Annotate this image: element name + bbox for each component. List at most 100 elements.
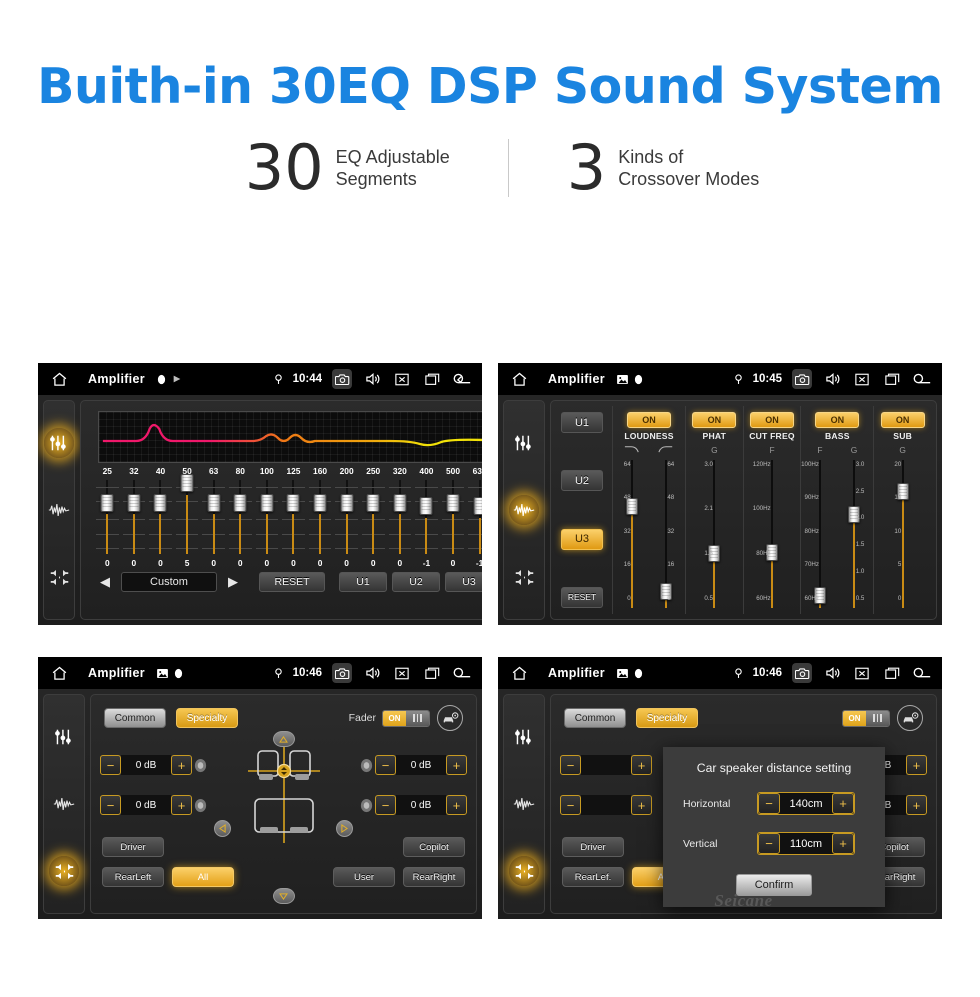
- eq-slider-track[interactable]: [280, 478, 307, 556]
- eq-slider-track[interactable]: [254, 478, 281, 556]
- eq-slider-knob[interactable]: [180, 474, 194, 493]
- eq-band-slider[interactable]: 0: [307, 478, 334, 570]
- eq-band-slider[interactable]: 0: [333, 478, 360, 570]
- waveform-icon[interactable]: [49, 789, 79, 819]
- crossover-slider[interactable]: 3.0 2.5 2.0 1.5 1.0 0.5: [837, 456, 871, 612]
- section-power-toggle[interactable]: ON: [880, 412, 925, 428]
- eq-slider-knob[interactable]: [100, 493, 114, 512]
- camera-icon[interactable]: [332, 663, 352, 683]
- recents-icon[interactable]: [882, 663, 902, 683]
- recents-icon[interactable]: [422, 663, 442, 683]
- decrement-button[interactable]: −: [375, 755, 396, 775]
- car-settings-icon[interactable]: [437, 705, 463, 731]
- balance-icon[interactable]: [509, 856, 539, 887]
- position-copilot-button[interactable]: Copilot: [403, 837, 465, 857]
- decrement-button[interactable]: −: [758, 793, 780, 814]
- preset-next-button[interactable]: ▶: [222, 574, 244, 590]
- volume-icon[interactable]: [822, 663, 842, 683]
- home-icon[interactable]: [48, 662, 70, 684]
- balance-icon[interactable]: [509, 562, 539, 592]
- dpad-right-button[interactable]: [336, 820, 353, 837]
- eq-band-slider[interactable]: 0: [147, 478, 174, 570]
- dpad-up-button[interactable]: [272, 731, 295, 747]
- tab-common[interactable]: Common: [104, 708, 166, 728]
- eq-slider-track[interactable]: [387, 478, 414, 556]
- close-x-icon[interactable]: [392, 663, 412, 683]
- increment-button[interactable]: +: [906, 795, 927, 815]
- position-driver-button[interactable]: Driver: [102, 837, 164, 857]
- volume-icon[interactable]: [362, 369, 382, 389]
- section-power-toggle[interactable]: ON: [627, 412, 671, 428]
- increment-button[interactable]: +: [631, 795, 652, 815]
- crossover-u1-button[interactable]: U1: [561, 412, 603, 433]
- balance-icon[interactable]: [49, 856, 79, 887]
- tab-common[interactable]: Common: [564, 708, 626, 728]
- preset-u2-button[interactable]: U2: [392, 572, 440, 592]
- reset-button[interactable]: RESET: [259, 572, 325, 592]
- dpad-down-button[interactable]: [272, 888, 295, 904]
- position-rearleft-button[interactable]: RearLeft: [102, 867, 164, 887]
- back-arrow-icon[interactable]: [452, 663, 472, 683]
- decrement-button[interactable]: −: [758, 833, 780, 854]
- eq-band-slider[interactable]: -1: [466, 478, 482, 570]
- eq-slider-track[interactable]: [413, 478, 440, 556]
- decrement-button[interactable]: −: [375, 795, 396, 815]
- eq-slider-knob[interactable]: [286, 493, 300, 512]
- crossover-slider[interactable]: 64 48 32 16 0: [615, 456, 649, 612]
- position-driver-button[interactable]: Driver: [562, 837, 624, 857]
- home-icon[interactable]: [508, 368, 530, 390]
- eq-slider-knob[interactable]: [446, 493, 460, 512]
- eq-band-slider[interactable]: 0: [254, 478, 281, 570]
- increment-button[interactable]: +: [171, 755, 192, 775]
- eq-slider-track[interactable]: [227, 478, 254, 556]
- crossover-slider[interactable]: 20 15 10 5 0: [886, 456, 920, 612]
- waveform-icon[interactable]: [44, 495, 74, 525]
- increment-button[interactable]: +: [631, 755, 652, 775]
- section-power-toggle[interactable]: ON: [750, 412, 794, 428]
- equalizer-icon[interactable]: [509, 722, 539, 752]
- preset-name-display[interactable]: Custom: [121, 572, 217, 592]
- eq-slider-knob[interactable]: [313, 493, 327, 512]
- crossover-reset-button[interactable]: RESET: [561, 586, 603, 608]
- eq-slider-track[interactable]: [174, 474, 201, 556]
- preset-u3-button[interactable]: U3: [445, 572, 482, 592]
- fader-toggle[interactable]: ON: [382, 709, 430, 727]
- eq-slider-track[interactable]: [307, 478, 334, 556]
- eq-band-slider[interactable]: 5: [174, 474, 201, 570]
- eq-band-slider[interactable]: 0: [280, 478, 307, 570]
- position-user-button[interactable]: User: [333, 867, 395, 887]
- eq-slider-track[interactable]: [200, 478, 227, 556]
- close-x-icon[interactable]: [392, 369, 412, 389]
- eq-band-slider[interactable]: 0: [121, 478, 148, 570]
- eq-slider-track[interactable]: [94, 478, 121, 556]
- equalizer-icon[interactable]: [49, 722, 79, 752]
- eq-band-slider[interactable]: -1: [413, 478, 440, 570]
- section-power-toggle[interactable]: ON: [815, 412, 860, 428]
- eq-slider-knob[interactable]: [153, 493, 167, 512]
- car-settings-icon[interactable]: [897, 705, 923, 731]
- section-power-toggle[interactable]: ON: [692, 412, 737, 428]
- eq-slider-knob[interactable]: [260, 493, 274, 512]
- crossover-u3-button[interactable]: U3: [561, 528, 603, 550]
- eq-band-slider[interactable]: 0: [94, 478, 121, 570]
- preset-prev-button[interactable]: ◀: [94, 574, 116, 590]
- camera-icon[interactable]: [332, 369, 352, 389]
- recents-icon[interactable]: [422, 369, 442, 389]
- eq-slider-track[interactable]: [360, 478, 387, 556]
- home-icon[interactable]: [48, 368, 70, 390]
- waveform-icon[interactable]: [509, 789, 539, 819]
- eq-slider-track[interactable]: [147, 478, 174, 556]
- eq-band-slider[interactable]: 0: [387, 478, 414, 570]
- crossover-u2-button[interactable]: U2: [561, 470, 603, 492]
- equalizer-icon[interactable]: [509, 428, 539, 458]
- eq-slider-track[interactable]: [121, 478, 148, 556]
- seat-map[interactable]: [238, 737, 330, 849]
- balance-icon[interactable]: [44, 562, 74, 592]
- home-icon[interactable]: [508, 662, 530, 684]
- increment-button[interactable]: +: [906, 755, 927, 775]
- increment-button[interactable]: +: [171, 795, 192, 815]
- eq-slider-knob[interactable]: [127, 493, 141, 512]
- increment-button[interactable]: +: [446, 755, 467, 775]
- position-all-button[interactable]: All: [172, 867, 234, 887]
- waveform-icon[interactable]: [509, 494, 539, 525]
